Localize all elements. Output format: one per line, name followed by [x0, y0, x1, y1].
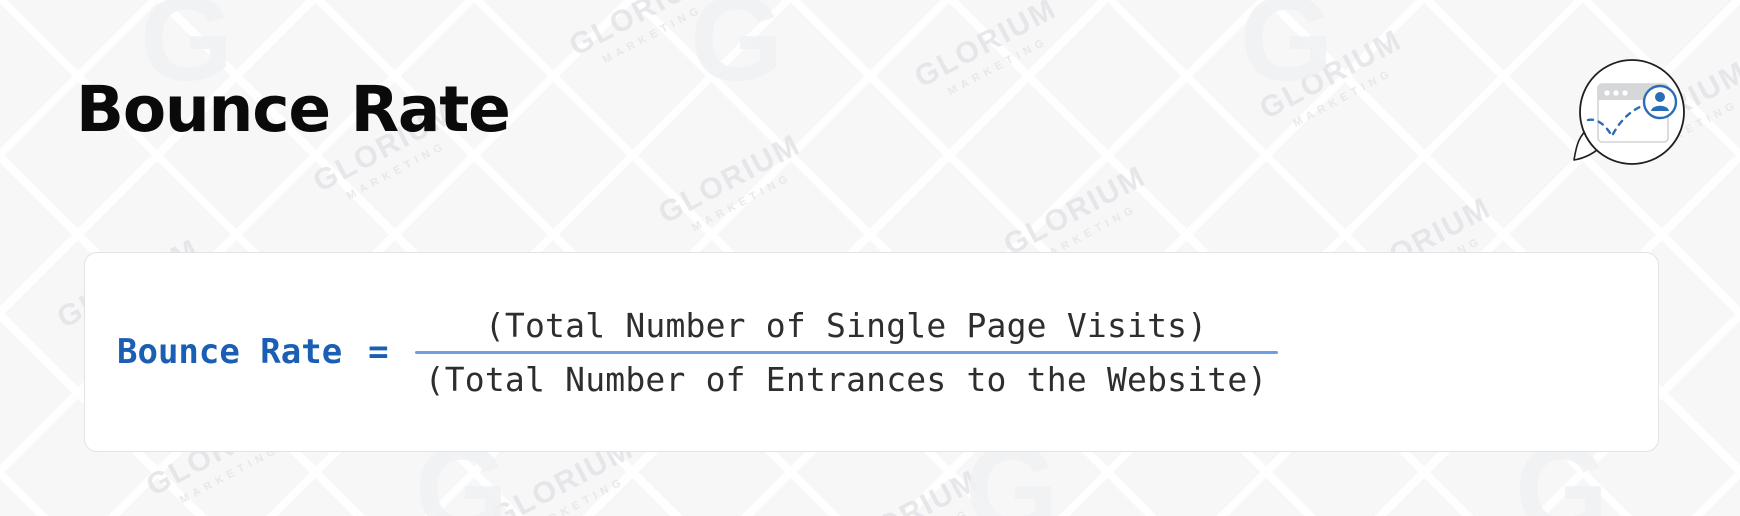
- formula-denominator: (Total Number of Entrances to the Websit…: [424, 359, 1268, 399]
- formula-content: Bounce Rate = (Total Number of Single Pa…: [117, 253, 1278, 451]
- bounce-rate-icon: [1562, 48, 1696, 182]
- formula-equals-sign: =: [368, 332, 389, 372]
- formula-card: Bounce Rate = (Total Number of Single Pa…: [84, 252, 1659, 452]
- page-title: Bounce Rate: [76, 73, 511, 146]
- infographic-page: Bounce Rate Bounce Rate = (Total Number …: [0, 0, 1740, 516]
- formula-left-label: Bounce Rate: [117, 332, 343, 372]
- formula-fraction: (Total Number of Single Page Visits) (To…: [414, 300, 1278, 405]
- formula-numerator: (Total Number of Single Page Visits): [484, 305, 1208, 345]
